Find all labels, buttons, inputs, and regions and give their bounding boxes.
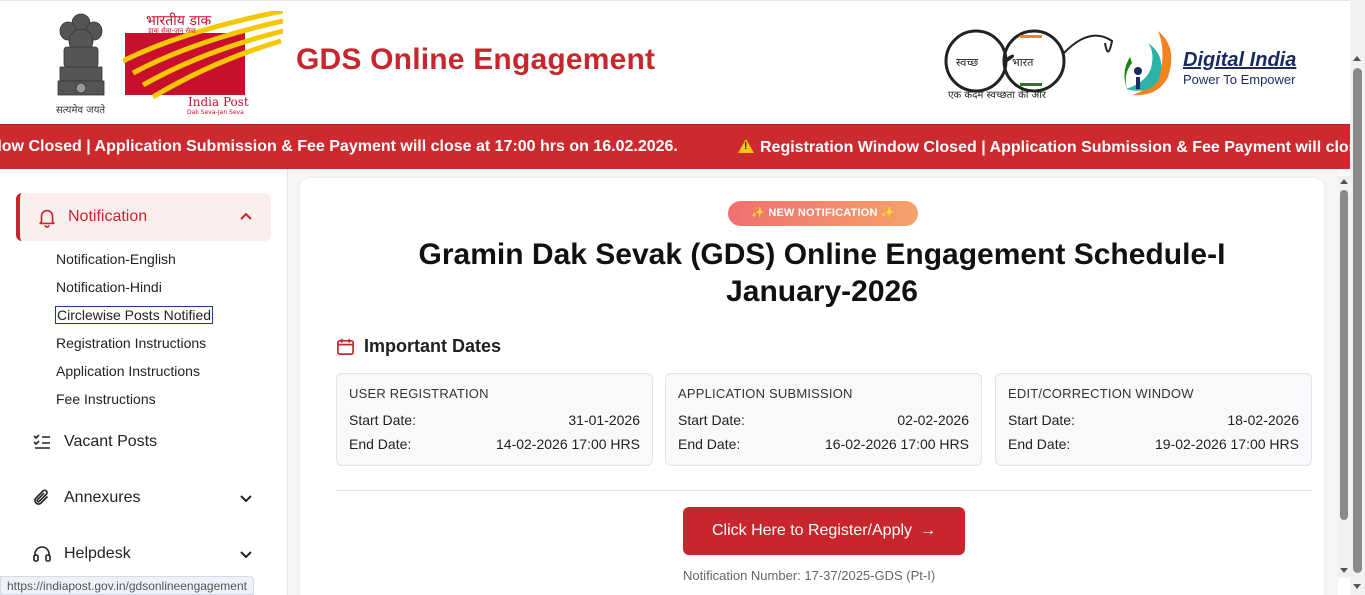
india-post-hindi-tagline: डाक सेवा-जन सेवा <box>148 27 196 35</box>
register-apply-label: Click Here to Register/Apply <box>711 522 913 539</box>
end-date-label: End Date: <box>1008 436 1071 452</box>
sidebar-item-label: Vacant Posts <box>64 433 158 450</box>
sub-item-fee-instructions[interactable]: Fee Instructions <box>56 391 156 407</box>
sidebar-item-helpdesk[interactable]: Helpdesk <box>32 540 272 568</box>
end-date-label: End Date: <box>678 436 741 452</box>
window-scroll-down-arrow-icon[interactable] <box>1353 584 1361 589</box>
notification-card: ✨ NEW NOTIFICATION ✨ Gramin Dak Sevak (G… <box>300 178 1324 595</box>
digital-india-logo-icon <box>1124 31 1172 96</box>
chevron-up-icon[interactable] <box>238 209 254 225</box>
date-card-title: EDIT/CORRECTION WINDOW <box>1008 386 1194 401</box>
date-card-application-submission: APPLICATION SUBMISSION Start Date: 02-02-… <box>665 373 982 466</box>
main-content: ✨ NEW NOTIFICATION ✨ Gramin Dak Sevak (G… <box>288 169 1338 595</box>
sidebar-item-label: Annexures <box>64 489 141 506</box>
checklist-icon <box>33 434 50 449</box>
warning-icon <box>738 139 754 153</box>
india-post-tagline: Dak Seva-Jan Seva <box>187 109 244 116</box>
register-apply-button[interactable]: Click Here to Register/Apply → <box>683 507 965 555</box>
sidebar-item-vacant-posts[interactable]: Vacant Posts <box>32 428 272 456</box>
end-date-value: 19-02-2026 17:00 HRS <box>1155 436 1299 452</box>
date-card-edit-correction: EDIT/CORRECTION WINDOW Start Date: 18-02-… <box>995 373 1312 466</box>
sub-item-notification-hindi[interactable]: Notification-Hindi <box>56 279 162 295</box>
sidebar-item-label: Helpdesk <box>64 545 131 562</box>
end-date-label: End Date: <box>349 436 412 452</box>
sidebar: Notification Notification-English Notifi… <box>0 169 288 595</box>
ticker-text-repeat: Registration Window Closed | Application… <box>738 138 1350 157</box>
site-header: सत्यमेव जयते भारतीय डाक डाक सेवा-जन सेवा… <box>0 0 1350 124</box>
date-card-title: USER REGISTRATION <box>349 386 489 401</box>
start-date-label: Start Date: <box>349 412 416 428</box>
page-title: Gramin Dak Sevak (GDS) Online Engagement… <box>340 236 1304 310</box>
chevron-down-icon[interactable] <box>238 490 254 506</box>
important-dates-heading: Important Dates <box>336 336 636 362</box>
swachh-left-text: स्वच्छ <box>956 56 979 69</box>
sub-item-registration-instructions[interactable]: Registration Instructions <box>56 335 206 351</box>
digital-india-title: Digital India <box>1183 49 1297 71</box>
sub-item-application-instructions[interactable]: Application Instructions <box>56 363 200 379</box>
sidebar-item-annexures[interactable]: Annexures <box>32 484 272 512</box>
main-scrollbar[interactable] <box>1338 176 1350 578</box>
window-scrollbar[interactable] <box>1350 0 1365 595</box>
start-date-value: 18-02-2026 <box>1227 412 1299 428</box>
title-line-2: January-2026 <box>726 275 918 308</box>
window-scroll-up-arrow-icon[interactable] <box>1353 56 1361 61</box>
national-emblem-icon <box>57 13 105 96</box>
start-date-label: Start Date: <box>1008 412 1075 428</box>
date-card-title: APPLICATION SUBMISSION <box>678 386 853 401</box>
window-scrollbar-thumb[interactable] <box>1353 68 1362 573</box>
start-date-value: 02-02-2026 <box>897 412 969 428</box>
arrow-right-icon: → <box>920 522 937 539</box>
sidebar-item-notification[interactable]: Notification <box>16 193 271 241</box>
status-bar-url: https://indiapost.gov.in/gdsonlineengage… <box>0 576 254 595</box>
paperclip-icon <box>34 489 48 505</box>
sub-item-circlewise-posts[interactable]: Circlewise Posts Notified <box>54 306 214 324</box>
digital-india-subtitle: Power To Empower <box>1183 72 1296 87</box>
calendar-icon <box>337 338 354 355</box>
emblem-caption: सत्यमेव जयते <box>56 105 106 116</box>
chevron-down-icon[interactable] <box>238 546 254 562</box>
title-line-1: Gramin Dak Sevak (GDS) Online Engagement… <box>418 238 1226 271</box>
scroll-down-arrow-icon[interactable] <box>1340 568 1348 573</box>
sub-item-notification-english[interactable]: Notification-English <box>56 251 176 267</box>
important-dates-label: Important Dates <box>364 336 502 356</box>
notification-number: Notification Number: 17-37/2025-GDS (Pt-… <box>683 568 936 583</box>
divider <box>336 490 1312 491</box>
headset-icon <box>33 546 51 562</box>
bell-icon <box>39 209 55 228</box>
scroll-up-arrow-icon[interactable] <box>1340 179 1348 184</box>
end-date-value: 16-02-2026 17:00 HRS <box>825 436 969 452</box>
ticker-text: dow Closed | Application Submission & Fe… <box>0 138 678 155</box>
swachh-caption: एक कदम स्वच्छता की ओर <box>948 90 1046 101</box>
end-date-value: 14-02-2026 17:00 HRS <box>496 436 640 452</box>
swachh-right-text: भारत <box>1012 56 1034 69</box>
ticker-text-b: Registration Window Closed | Application… <box>760 139 1350 156</box>
main-scrollbar-thumb[interactable] <box>1340 190 1348 520</box>
new-notification-badge: ✨ NEW NOTIFICATION ✨ <box>728 201 918 226</box>
start-date-label: Start Date: <box>678 412 745 428</box>
india-post-name: India Post <box>188 95 249 109</box>
announcement-ticker: dow Closed | Application Submission & Fe… <box>0 124 1350 169</box>
date-card-user-registration: USER REGISTRATION Start Date: 31-01-2026 … <box>336 373 653 466</box>
site-title: GDS Online Engagement <box>296 43 656 76</box>
sidebar-item-label: Notification <box>68 208 148 225</box>
start-date-value: 31-01-2026 <box>568 412 640 428</box>
